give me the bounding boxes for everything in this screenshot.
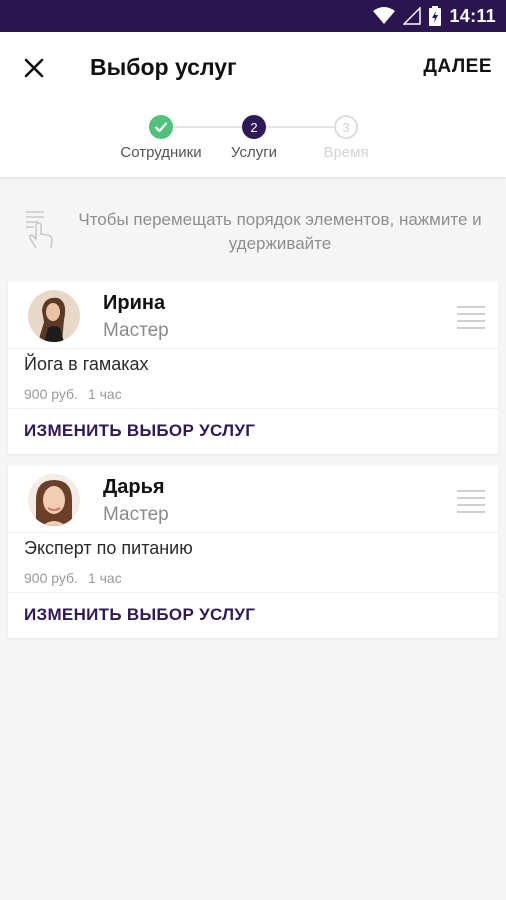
step-number: 3	[334, 115, 358, 139]
avatar	[28, 474, 80, 526]
employee-name: Дарья	[103, 476, 165, 498]
service-card[interactable]: Ирина Мастер Йога в гамаках 900 руб. 1 ча…	[8, 282, 498, 454]
service-price: 900 руб. 1 час	[24, 570, 122, 586]
signal-icon	[403, 7, 422, 25]
service-name: Эксперт по питанию	[24, 538, 193, 558]
employee-name: Ирина	[103, 292, 166, 314]
step-done-marker	[149, 115, 173, 139]
service-card[interactable]: Дарья Мастер Эксперт по питанию 900 руб.…	[8, 466, 498, 638]
close-icon	[24, 58, 44, 78]
duration-value: 1 час	[87, 570, 122, 586]
close-button[interactable]	[20, 54, 48, 82]
price-value: 900 руб.	[24, 570, 78, 586]
step-connector	[266, 126, 334, 128]
avatar	[28, 290, 80, 342]
service-name: Йога в гамаках	[24, 354, 149, 374]
page-title: Выбор услуг	[90, 54, 237, 80]
status-bar: 14:11	[0, 0, 506, 32]
change-services-button[interactable]: ИЗМЕНИТЬ ВЫБОР УСЛУГ	[24, 605, 255, 625]
step-connector	[174, 126, 242, 128]
drag-handle-icon[interactable]	[456, 488, 486, 514]
step-number: 2	[242, 115, 266, 139]
step-label: Время	[323, 144, 369, 161]
wifi-icon	[373, 7, 396, 24]
next-button[interactable]: ДАЛЕЕ	[423, 56, 492, 78]
duration-value: 1 час	[87, 386, 122, 402]
reorder-hint: Чтобы перемещать порядок элементов, нажм…	[0, 200, 506, 264]
status-icons: 14:11	[373, 4, 496, 28]
service-price: 900 руб. 1 час	[24, 386, 122, 402]
check-icon	[154, 122, 168, 133]
touch-hold-icon	[26, 211, 53, 249]
price-value: 900 руб.	[24, 386, 78, 402]
employee-role: Мастер	[103, 320, 169, 341]
divider	[8, 532, 498, 533]
employee-role: Мастер	[103, 504, 169, 525]
divider	[8, 408, 498, 409]
divider	[8, 348, 498, 349]
hint-text: Чтобы перемещать порядок элементов, нажм…	[78, 210, 482, 253]
drag-handle-icon[interactable]	[456, 304, 486, 330]
change-services-button[interactable]: ИЗМЕНИТЬ ВЫБОР УСЛУГ	[24, 421, 255, 441]
battery-icon	[429, 6, 442, 26]
app-bar: Выбор услуг ДАЛЕЕ	[0, 32, 506, 102]
stepper: Сотрудники 2 Услуги 3 Время	[0, 102, 506, 178]
status-time: 14:11	[449, 5, 496, 26]
divider	[8, 592, 498, 593]
